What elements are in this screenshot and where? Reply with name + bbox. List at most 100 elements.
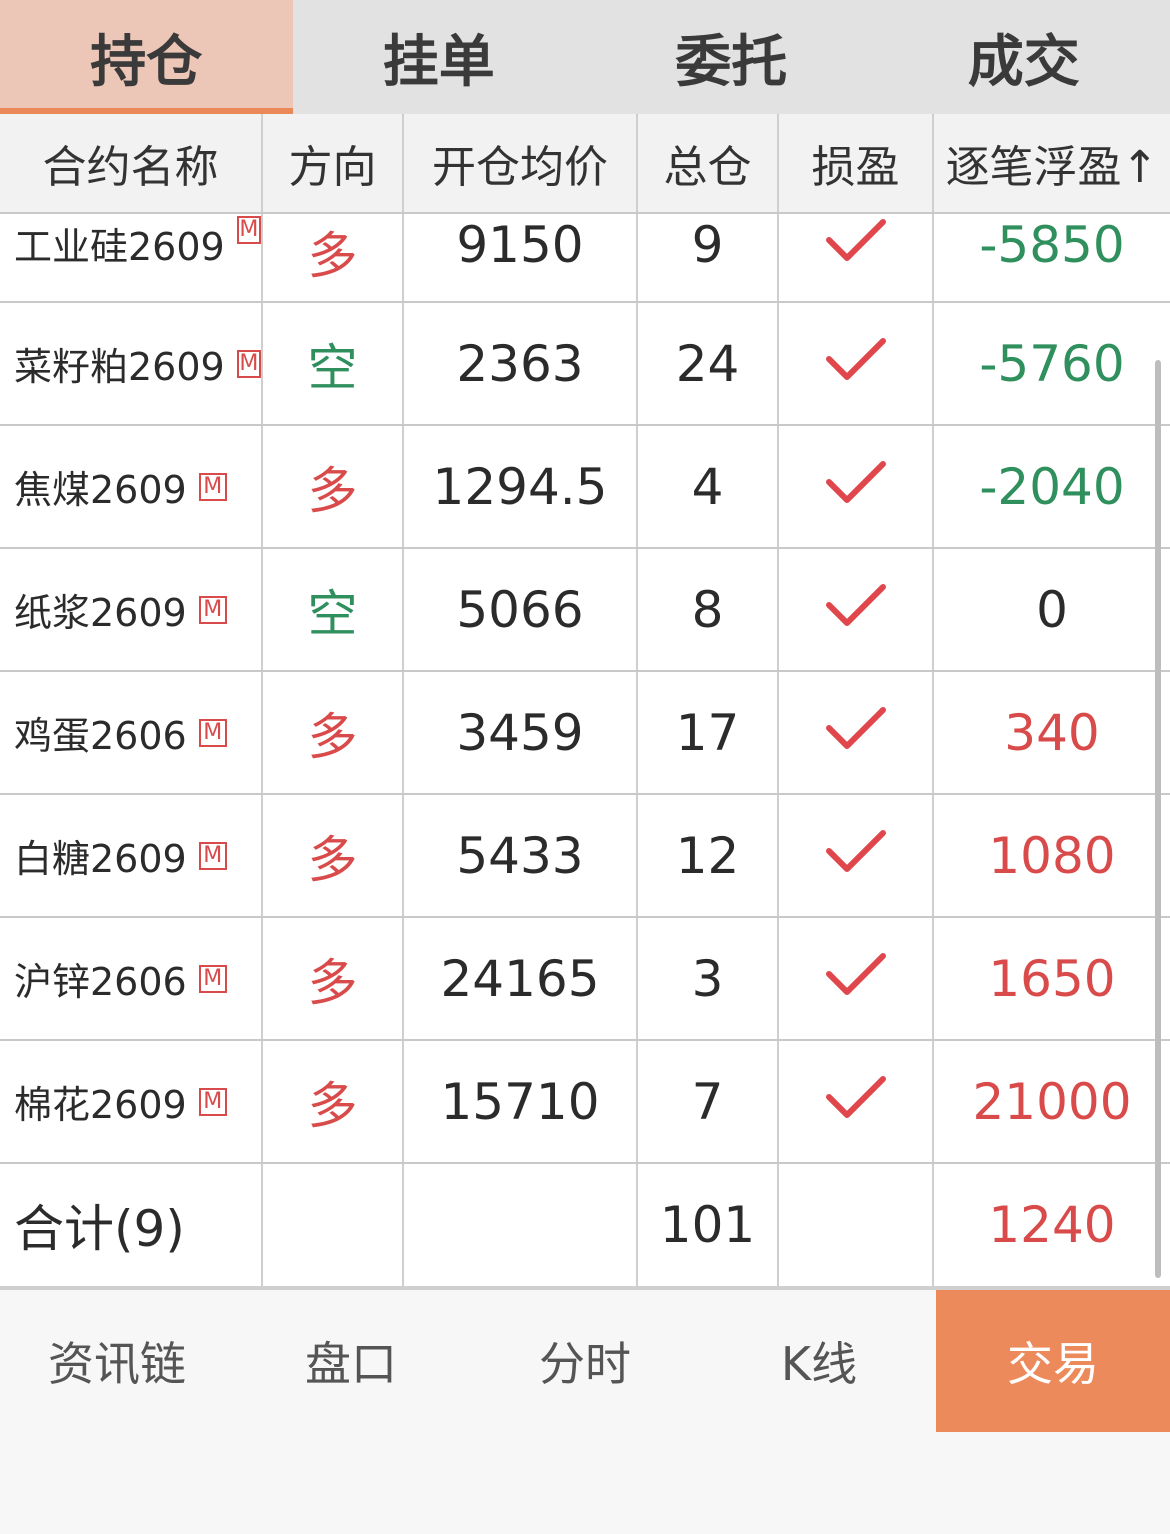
m-badge-icon: M bbox=[236, 216, 261, 244]
contract-name: 焦煤2609 bbox=[14, 468, 187, 512]
table-row[interactable]: 沪锌2606 M 多 24165 3 1650 bbox=[0, 918, 1170, 1041]
stop-profit-cell[interactable] bbox=[779, 214, 934, 301]
m-badge-icon: M bbox=[198, 595, 227, 624]
table-row[interactable]: 菜籽粕2609 M 空 2363 24 -5760 bbox=[0, 303, 1170, 426]
table-row[interactable]: 纸浆2609 M 空 5066 8 0 bbox=[0, 549, 1170, 672]
table-row[interactable]: 白糖2609 M 多 5433 12 1080 bbox=[0, 795, 1170, 918]
checkmark-icon bbox=[825, 335, 887, 393]
float-pl-cell: 340 bbox=[1004, 703, 1100, 762]
direction-cell: 空 bbox=[263, 303, 404, 424]
stop-profit-cell[interactable] bbox=[779, 303, 934, 424]
total-avg-price-cell bbox=[404, 1164, 638, 1286]
avg-price-cell: 2363 bbox=[404, 303, 638, 424]
contract-name-cell: 棉花2609 M bbox=[0, 1041, 263, 1162]
m-badge-icon: M bbox=[198, 718, 227, 747]
checkmark-icon bbox=[825, 216, 887, 274]
scrollbar[interactable] bbox=[1155, 360, 1161, 1278]
direction-cell: 空 bbox=[263, 549, 404, 670]
contract-name: 工业硅2609 bbox=[14, 225, 225, 269]
direction-cell: 多 bbox=[263, 214, 404, 301]
contract-name: 菜籽粕2609 bbox=[14, 345, 225, 389]
total-row: 合计(9) 101 1240 bbox=[0, 1164, 1170, 1290]
total-direction-cell bbox=[263, 1164, 404, 1286]
contract-name-cell: 工业硅2609 M bbox=[0, 214, 263, 301]
header-avg-price[interactable]: 开仓均价 bbox=[404, 114, 638, 212]
stop-profit-cell[interactable] bbox=[779, 549, 934, 670]
table-header: 合约名称 方向 开仓均价 总仓 损盈 逐笔浮盈↑ bbox=[0, 114, 1170, 214]
total-position-cell: 9 bbox=[638, 214, 779, 301]
checkmark-icon bbox=[825, 458, 887, 516]
tab-pending-orders[interactable]: 挂单 bbox=[293, 0, 586, 114]
total-position-cell: 24 bbox=[638, 303, 779, 424]
avg-price-cell: 5433 bbox=[404, 795, 638, 916]
stop-profit-cell[interactable] bbox=[779, 672, 934, 793]
m-badge-icon: M bbox=[198, 841, 227, 870]
contract-name: 沪锌2606 bbox=[14, 960, 187, 1004]
m-badge-icon: M bbox=[198, 1087, 227, 1116]
contract-name-cell: 纸浆2609 M bbox=[0, 549, 263, 670]
nav-kline[interactable]: K线 bbox=[702, 1290, 936, 1432]
m-badge-icon: M bbox=[198, 964, 227, 993]
avg-price-cell: 24165 bbox=[404, 918, 638, 1039]
header-direction[interactable]: 方向 bbox=[263, 114, 404, 212]
direction-cell: 多 bbox=[263, 1041, 404, 1162]
checkmark-icon bbox=[825, 950, 887, 1008]
checkmark-icon bbox=[825, 827, 887, 885]
nav-news-chain[interactable]: 资讯链 bbox=[0, 1290, 234, 1432]
avg-price-cell: 3459 bbox=[404, 672, 638, 793]
contract-name-cell: 沪锌2606 M bbox=[0, 918, 263, 1039]
stop-profit-cell[interactable] bbox=[779, 795, 934, 916]
contract-name-cell: 白糖2609 M bbox=[0, 795, 263, 916]
float-pl-cell: 1080 bbox=[988, 826, 1116, 885]
header-contract-name[interactable]: 合约名称 bbox=[0, 114, 263, 212]
float-pl-cell: -5850 bbox=[979, 216, 1125, 274]
top-tabs: 持仓 挂单 委托 成交 bbox=[0, 0, 1170, 114]
direction-cell: 多 bbox=[263, 918, 404, 1039]
avg-price-cell: 5066 bbox=[404, 549, 638, 670]
stop-profit-cell[interactable] bbox=[779, 1041, 934, 1162]
avg-price-cell: 15710 bbox=[404, 1041, 638, 1162]
total-position-cell: 3 bbox=[638, 918, 779, 1039]
table-row[interactable]: 棉花2609 M 多 15710 7 21000 bbox=[0, 1041, 1170, 1164]
m-badge-icon: M bbox=[236, 349, 261, 378]
float-pl-cell: -2040 bbox=[979, 457, 1125, 516]
bottom-nav: 资讯链 盘口 分时 K线 交易 bbox=[0, 1290, 1170, 1432]
contract-name: 纸浆2609 bbox=[14, 591, 187, 635]
float-pl-cell: 0 bbox=[1036, 580, 1068, 639]
nav-trade[interactable]: 交易 bbox=[936, 1290, 1170, 1432]
float-pl-cell: -5760 bbox=[979, 334, 1125, 393]
total-position-sum: 101 bbox=[638, 1164, 779, 1286]
avg-price-cell: 1294.5 bbox=[404, 426, 638, 547]
total-label: 合计(9) bbox=[0, 1164, 263, 1286]
contract-name: 鸡蛋2606 bbox=[14, 714, 187, 758]
header-total-position[interactable]: 总仓 bbox=[638, 114, 779, 212]
total-stop-cell bbox=[779, 1164, 934, 1286]
avg-price-cell: 9150 bbox=[404, 214, 638, 301]
tab-positions[interactable]: 持仓 bbox=[0, 0, 293, 114]
contract-name-cell: 鸡蛋2606 M bbox=[0, 672, 263, 793]
total-float-pl: 1240 bbox=[988, 1196, 1116, 1254]
table-row[interactable]: 工业硅2609 M 多 9150 9 -5850 bbox=[0, 214, 1170, 303]
direction-cell: 多 bbox=[263, 672, 404, 793]
nav-timeshare[interactable]: 分时 bbox=[468, 1290, 702, 1432]
total-position-cell: 17 bbox=[638, 672, 779, 793]
header-float-pl-sort[interactable]: 逐笔浮盈↑ bbox=[934, 114, 1170, 212]
total-position-cell: 7 bbox=[638, 1041, 779, 1162]
total-position-cell: 4 bbox=[638, 426, 779, 547]
checkmark-icon bbox=[825, 704, 887, 762]
stop-profit-cell[interactable] bbox=[779, 426, 934, 547]
tab-orders[interactable]: 委托 bbox=[585, 0, 878, 114]
tab-trades[interactable]: 成交 bbox=[878, 0, 1170, 114]
total-position-cell: 12 bbox=[638, 795, 779, 916]
table-row[interactable]: 焦煤2609 M 多 1294.5 4 -2040 bbox=[0, 426, 1170, 549]
total-position-cell: 8 bbox=[638, 549, 779, 670]
header-stop-profit[interactable]: 损盈 bbox=[779, 114, 934, 212]
float-pl-cell: 1650 bbox=[988, 949, 1116, 1008]
nav-order-book[interactable]: 盘口 bbox=[234, 1290, 468, 1432]
float-pl-cell: 21000 bbox=[972, 1072, 1132, 1131]
direction-cell: 多 bbox=[263, 795, 404, 916]
table-row[interactable]: 鸡蛋2606 M 多 3459 17 340 bbox=[0, 672, 1170, 795]
checkmark-icon bbox=[825, 1073, 887, 1131]
m-badge-icon: M bbox=[198, 472, 227, 501]
stop-profit-cell[interactable] bbox=[779, 918, 934, 1039]
